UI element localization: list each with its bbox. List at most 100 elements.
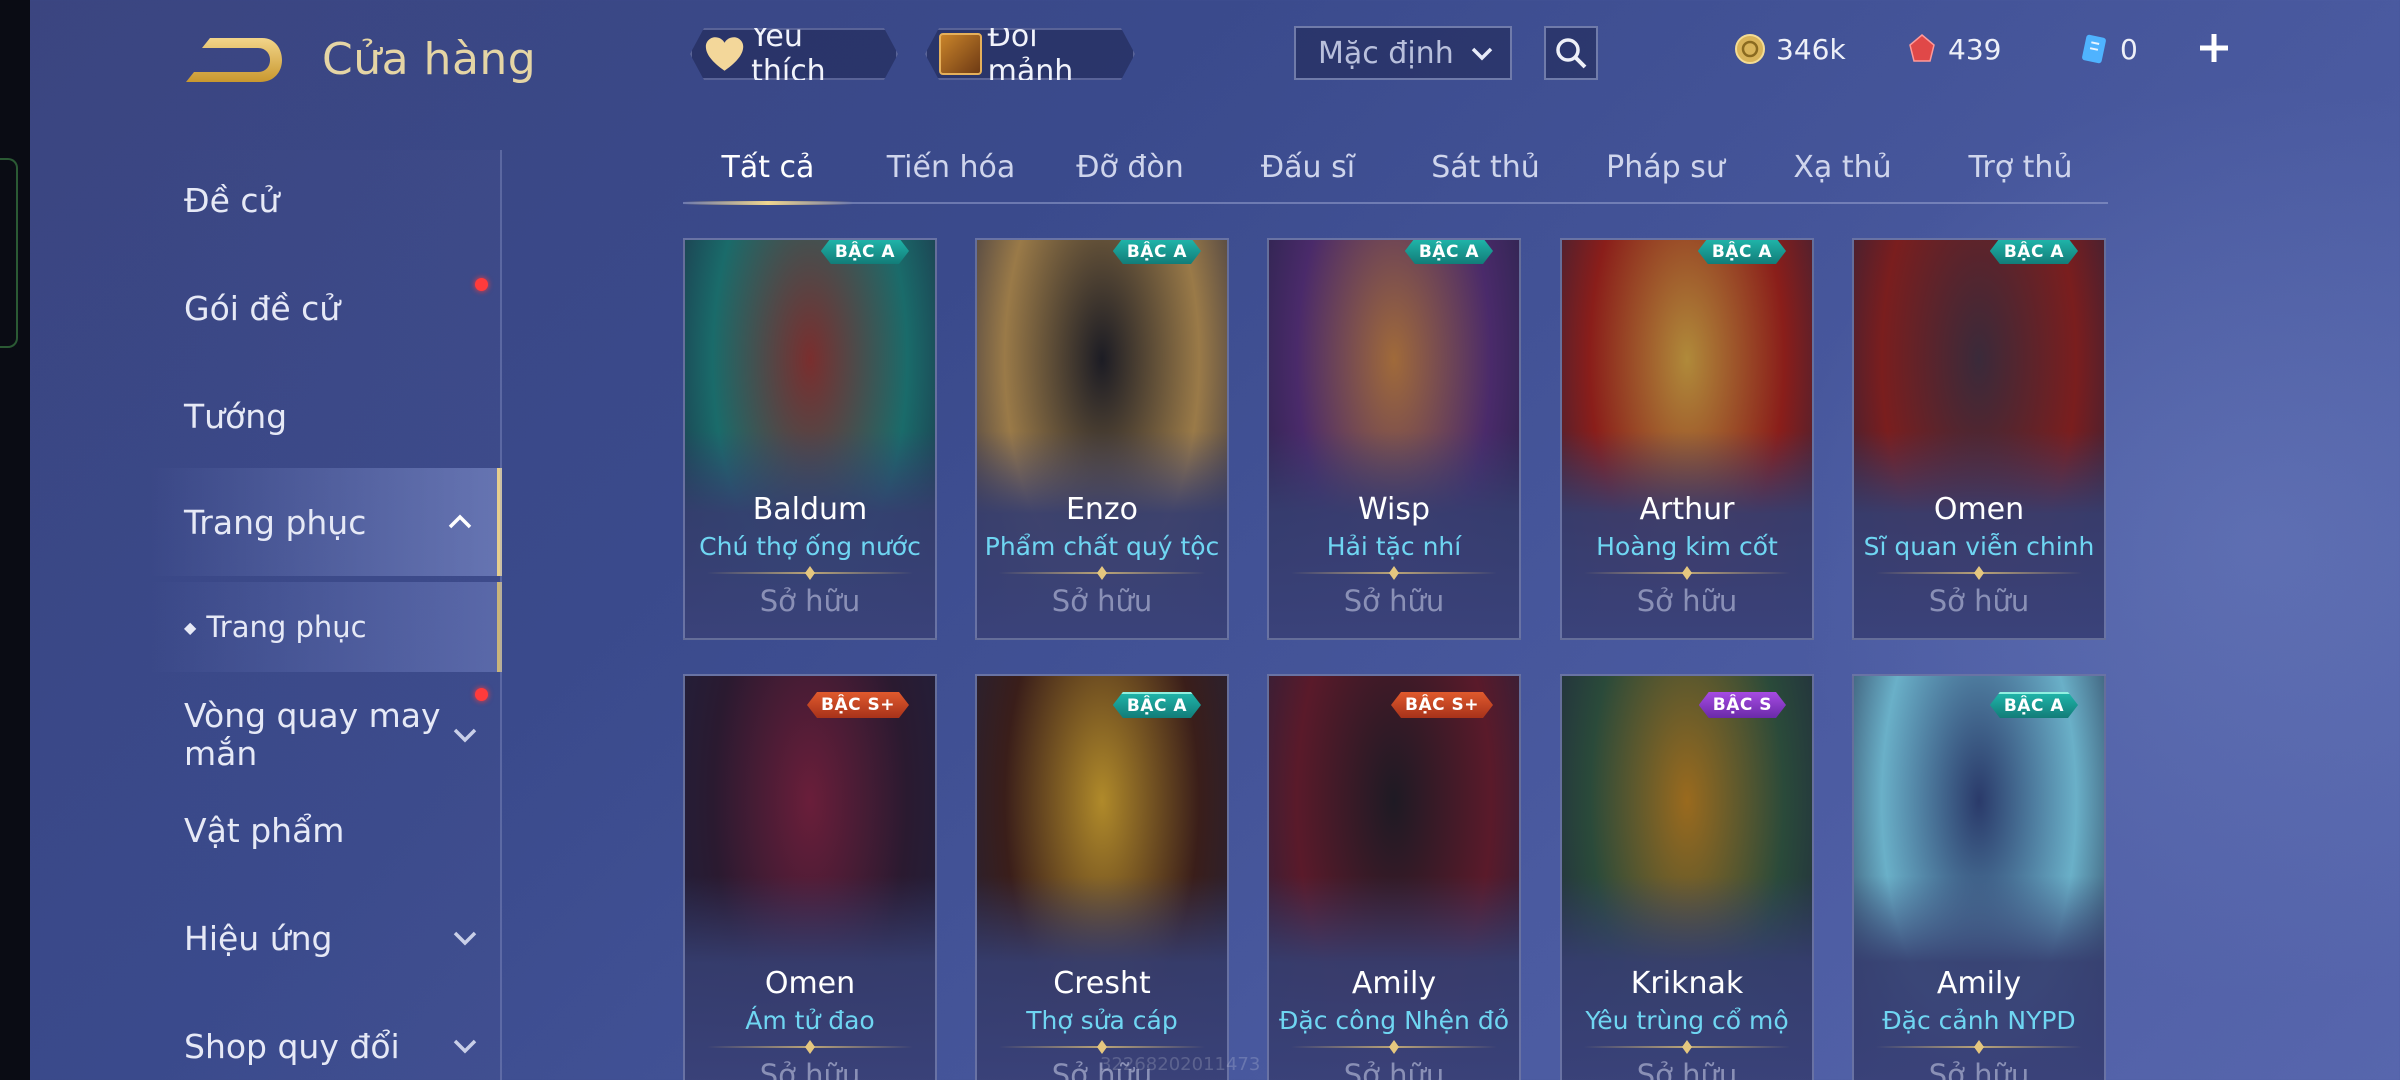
sidebar-subitem-skins[interactable]: ◆ Trang phục (150, 582, 502, 672)
watermark: 32268202011473 (1100, 1054, 1261, 1075)
skin-name: Hoàng kim cốt (1596, 532, 1778, 561)
sidebar-item-recommended[interactable]: Đề cử (150, 170, 502, 230)
add-currency-button[interactable] (2196, 30, 2232, 66)
tier-badge: BẬC A (1113, 238, 1201, 264)
sidebar-item-exchange-shop[interactable]: Shop quy đổi (150, 1016, 502, 1076)
sidebar-item-items[interactable]: Vật phẩm (150, 800, 502, 860)
fragment-label: Đổi mảnh (987, 19, 1074, 89)
tab-support[interactable]: Trợ thủ (1933, 150, 2108, 185)
card-divider (707, 1046, 913, 1048)
chevron-up-icon (448, 514, 472, 529)
search-button[interactable] (1544, 26, 1598, 80)
skin-card[interactable]: BẬC A Wisp Hải tặc nhí Sở hữu (1267, 238, 1521, 640)
fragment-exchange-button[interactable]: Đổi mảnh (925, 28, 1135, 80)
category-tabs: Tất cả Tiến hóa Đỡ đòn Đấu sĩ Sát thủ Ph… (683, 140, 2108, 205)
hero-name: Omen (1933, 492, 2025, 527)
skin-name: Đặc công Nhện đỏ (1279, 1006, 1509, 1035)
sidebar-item-skins[interactable]: Trang phục (150, 468, 502, 576)
skin-card[interactable]: BẬC A Arthur Hoàng kim cốt Sở hữu (1560, 238, 1814, 640)
tab-fighter[interactable]: Đấu sĩ (1223, 150, 1393, 185)
voucher-icon (2082, 34, 2106, 64)
fragment-icon (939, 33, 982, 75)
owned-status: Sở hữu (1636, 1058, 1738, 1080)
notification-dot (475, 278, 488, 291)
owned-status: Sở hữu (1928, 1058, 2030, 1080)
sidebar-item-label: Hiệu ứng (184, 918, 333, 958)
tab-evolution[interactable]: Tiến hóa (861, 150, 1041, 185)
skin-card[interactable]: BẬC A Omen Sĩ quan viễn chinh Sở hữu (1852, 238, 2106, 640)
sidebar-item-lucky-spin[interactable]: Vòng quay may mắn (150, 680, 502, 790)
left-edge (0, 0, 30, 1080)
favorite-label: Yêu thích (751, 19, 826, 89)
skin-card[interactable]: BẬC S+ Omen Ám tử đao Sở hữu (683, 674, 937, 1080)
ruby-gem-icon (1909, 34, 1935, 62)
hero-name: Enzo (1065, 492, 1139, 527)
sort-dropdown[interactable]: Mặc định (1294, 26, 1512, 80)
skin-name: Chú thợ ống nước (699, 532, 921, 561)
active-tab-underline (683, 201, 853, 205)
tab-tank[interactable]: Đỡ đòn (1045, 150, 1215, 185)
hero-name: Baldum (752, 492, 868, 527)
skin-name: Ám tử đao (745, 1006, 875, 1035)
search-icon (1556, 38, 1587, 69)
hero-name: Kriknak (1630, 966, 1744, 1001)
back-button[interactable] (180, 32, 284, 88)
tier-badge: BẬC A (1990, 238, 2078, 264)
tier-badge: BẬC S+ (1391, 692, 1493, 718)
skin-card[interactable]: BẬC A Cresht Thợ sửa cáp Sở hữu (975, 674, 1229, 1080)
owned-status: Sở hữu (1636, 584, 1738, 618)
skin-card[interactable]: BẬC A Baldum Chú thợ ống nước Sở hữu (683, 238, 937, 640)
hero-name: Arthur (1639, 492, 1735, 527)
skin-card[interactable]: BẬC S Kriknak Yêu trùng cổ mộ Sở hữu (1560, 674, 1814, 1080)
sidebar-item-label: Vật phẩm (184, 810, 345, 850)
skin-card[interactable]: BẬC A Enzo Phẩm chất quý tộc Sở hữu (975, 238, 1229, 640)
sidebar-item-label: Vòng quay may mắn (184, 696, 441, 773)
sidebar-item-label: Trang phục (184, 502, 367, 542)
tab-all[interactable]: Tất cả (683, 150, 853, 185)
card-divider (999, 572, 1205, 574)
tier-badge: BẬC A (1698, 238, 1786, 264)
skin-name: Hải tặc nhí (1326, 532, 1462, 561)
sidebar-item-label: Đề cử (184, 180, 280, 220)
sort-value: Mặc định (1318, 35, 1454, 71)
tier-badge: BẬC A (821, 238, 909, 264)
card-divider (707, 572, 913, 574)
skin-name: Yêu trùng cổ mộ (1585, 1006, 1789, 1035)
tab-mage[interactable]: Pháp sư (1578, 150, 1753, 185)
card-divider (1584, 1046, 1790, 1048)
chevron-down-icon (1471, 47, 1493, 61)
chevron-down-icon (453, 1039, 477, 1054)
notification-dot (475, 688, 488, 701)
owned-status: Sở hữu (759, 1058, 861, 1080)
tab-assassin[interactable]: Sát thủ (1398, 150, 1573, 185)
voucher-currency: 0 (2078, 33, 2210, 66)
card-divider (1584, 572, 1790, 574)
favorite-button[interactable]: Yêu thích (690, 28, 898, 80)
owned-status: Sở hữu (1051, 584, 1153, 618)
owned-status: Sở hữu (759, 584, 861, 618)
gold-currency: 346k (1734, 33, 1866, 66)
card-divider (1876, 1046, 2082, 1048)
tier-badge: BẬC A (1990, 692, 2078, 718)
owned-status: Sở hữu (1343, 584, 1445, 618)
skin-name: Phẩm chất quý tộc (984, 532, 1220, 561)
hero-name: Cresht (1053, 966, 1151, 1001)
skin-card[interactable]: BẬC A Amily Đặc cảnh NYPD Sở hữu (1852, 674, 2106, 1080)
skin-card[interactable]: BẬC S+ Amily Đặc công Nhện đỏ Sở hữu (1267, 674, 1521, 1080)
sidebar-item-label: Shop quy đổi (184, 1026, 400, 1066)
sidebar-item-recommended-packs[interactable]: Gói đề cử (150, 278, 502, 338)
sidebar-item-effects[interactable]: Hiệu ứng (150, 908, 502, 968)
sidebar-item-label: Gói đề cử (184, 288, 341, 328)
chevron-down-icon (453, 931, 477, 946)
card-divider (1876, 572, 2082, 574)
heart-icon (704, 34, 745, 74)
sidebar-item-heroes[interactable]: Tướng (150, 386, 502, 446)
card-divider (1291, 572, 1497, 574)
page-title: Cửa hàng (322, 34, 537, 85)
tab-marksman[interactable]: Xạ thủ (1755, 150, 1930, 185)
skin-name: Thợ sửa cáp (1026, 1006, 1178, 1035)
gold-coin-icon (1735, 34, 1765, 64)
card-divider (999, 1046, 1205, 1048)
ruby-amount: 439 (1948, 32, 2002, 66)
bullet-icon: ◆ (184, 617, 197, 637)
